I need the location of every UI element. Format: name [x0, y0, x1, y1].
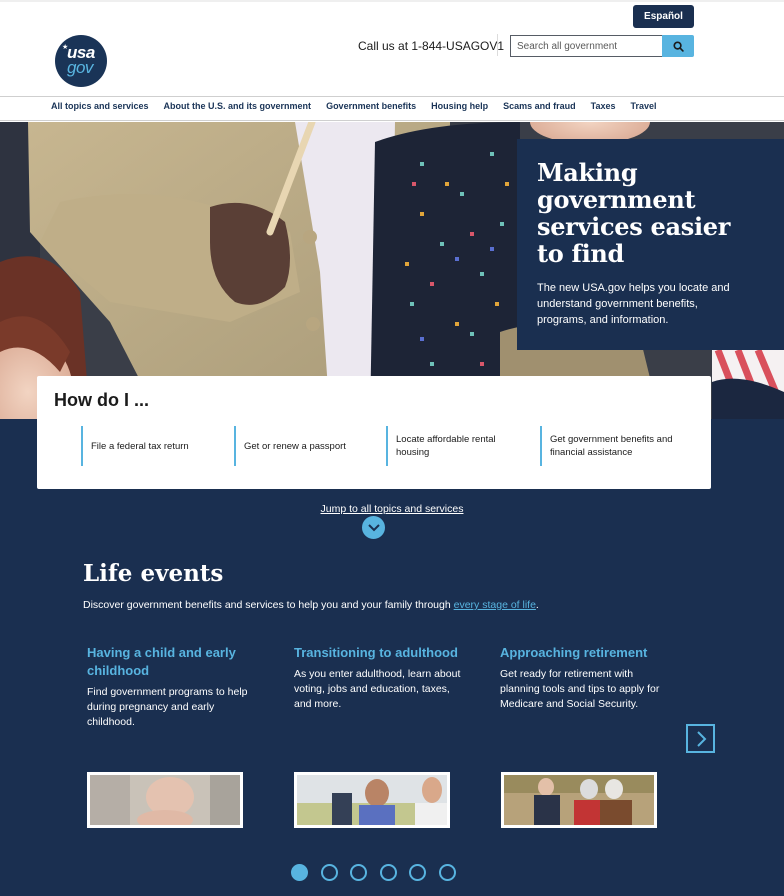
logo-gov-text: gov — [67, 58, 93, 77]
life-event-card[interactable]: Transitioning to adulthood As you enter … — [294, 644, 469, 712]
nav-item-travel[interactable]: Travel — [630, 101, 656, 111]
how-do-i-item-tax-return[interactable]: File a federal tax return — [81, 426, 221, 466]
phone-text: Call us at 1-844-USAGOV1 — [358, 39, 505, 53]
header-divider — [497, 34, 498, 56]
carousel-dot[interactable] — [409, 864, 426, 881]
nav-item-about-us[interactable]: About the U.S. and its government — [164, 101, 312, 111]
carousel-dot[interactable] — [291, 864, 308, 881]
seniors-walking-photo[interactable] — [501, 772, 657, 828]
nav-item-housing-help[interactable]: Housing help — [431, 101, 488, 111]
carousel-dot[interactable] — [379, 864, 397, 881]
nav-item-scams-fraud[interactable]: Scams and fraud — [503, 101, 576, 111]
life-event-card[interactable]: Having a child and early childhood Find … — [87, 644, 262, 730]
hero-subtitle: The new USA.gov helps you locate and und… — [537, 282, 730, 326]
young-adults-photo[interactable] — [294, 772, 450, 828]
life-event-card[interactable]: Approaching retirement Get ready for ret… — [500, 644, 670, 712]
nav-item-government-benefits[interactable]: Government benefits — [326, 101, 416, 111]
chevron-right-icon — [696, 730, 706, 747]
how-do-i-item-passport[interactable]: Get or renew a passport — [234, 426, 374, 466]
life-events-intro-suffix: . — [535, 599, 539, 611]
life-events-intro-text: Discover government benefits and service… — [83, 599, 454, 611]
nav-item-all-topics[interactable]: All topics and services — [51, 101, 149, 111]
jump-to-topics-link[interactable]: Jump to all topics and services — [0, 503, 784, 515]
hero-title: Making government services easier to fin… — [537, 158, 731, 268]
how-do-i-card: How do I ... File a federal tax return G… — [37, 376, 711, 489]
main-nav: All topics and services About the U.S. a… — [0, 96, 784, 121]
site-header: ★ usa gov Español Call us at 1-844-USAGO… — [0, 2, 784, 96]
life-event-title[interactable]: Transitioning to adulthood — [294, 644, 469, 662]
jump-to-topics-button[interactable] — [361, 515, 386, 540]
life-events-title: Life events — [83, 560, 224, 587]
espanol-button[interactable]: Español — [633, 5, 694, 28]
carousel-dot[interactable] — [438, 864, 456, 881]
carousel-pagination — [291, 864, 468, 881]
nav-item-taxes[interactable]: Taxes — [591, 101, 616, 111]
usagov-logo[interactable]: ★ usa gov — [55, 35, 107, 87]
hero-card: Making government services easier to fin… — [517, 139, 784, 350]
how-do-i-item-benefits[interactable]: Get government benefits and financial as… — [540, 426, 690, 466]
how-do-i-title: How do I ... — [54, 390, 149, 410]
life-event-title[interactable]: Approaching retirement — [500, 644, 670, 662]
how-do-i-item-rental-housing[interactable]: Locate affordable rental housing — [386, 426, 526, 466]
life-event-description: Get ready for retirement with planning t… — [500, 668, 660, 710]
hero-section: Making government services easier to fin… — [0, 122, 784, 419]
life-event-description: As you enter adulthood, learn about voti… — [294, 668, 461, 710]
life-event-description: Find government programs to help during … — [87, 686, 248, 728]
life-event-title[interactable]: Having a child and early childhood — [87, 644, 262, 680]
carousel-next-button[interactable] — [686, 724, 715, 753]
every-stage-link[interactable]: every stage of life — [454, 599, 536, 611]
search-button[interactable] — [662, 35, 694, 57]
search-input[interactable] — [510, 35, 663, 57]
newborn-baby-photo[interactable] — [87, 772, 243, 828]
carousel-dot[interactable] — [320, 864, 338, 881]
search-icon — [672, 40, 684, 52]
chevron-down-icon — [367, 523, 380, 531]
carousel-dot[interactable] — [350, 864, 367, 881]
life-events-intro: Discover government benefits and service… — [83, 599, 539, 611]
